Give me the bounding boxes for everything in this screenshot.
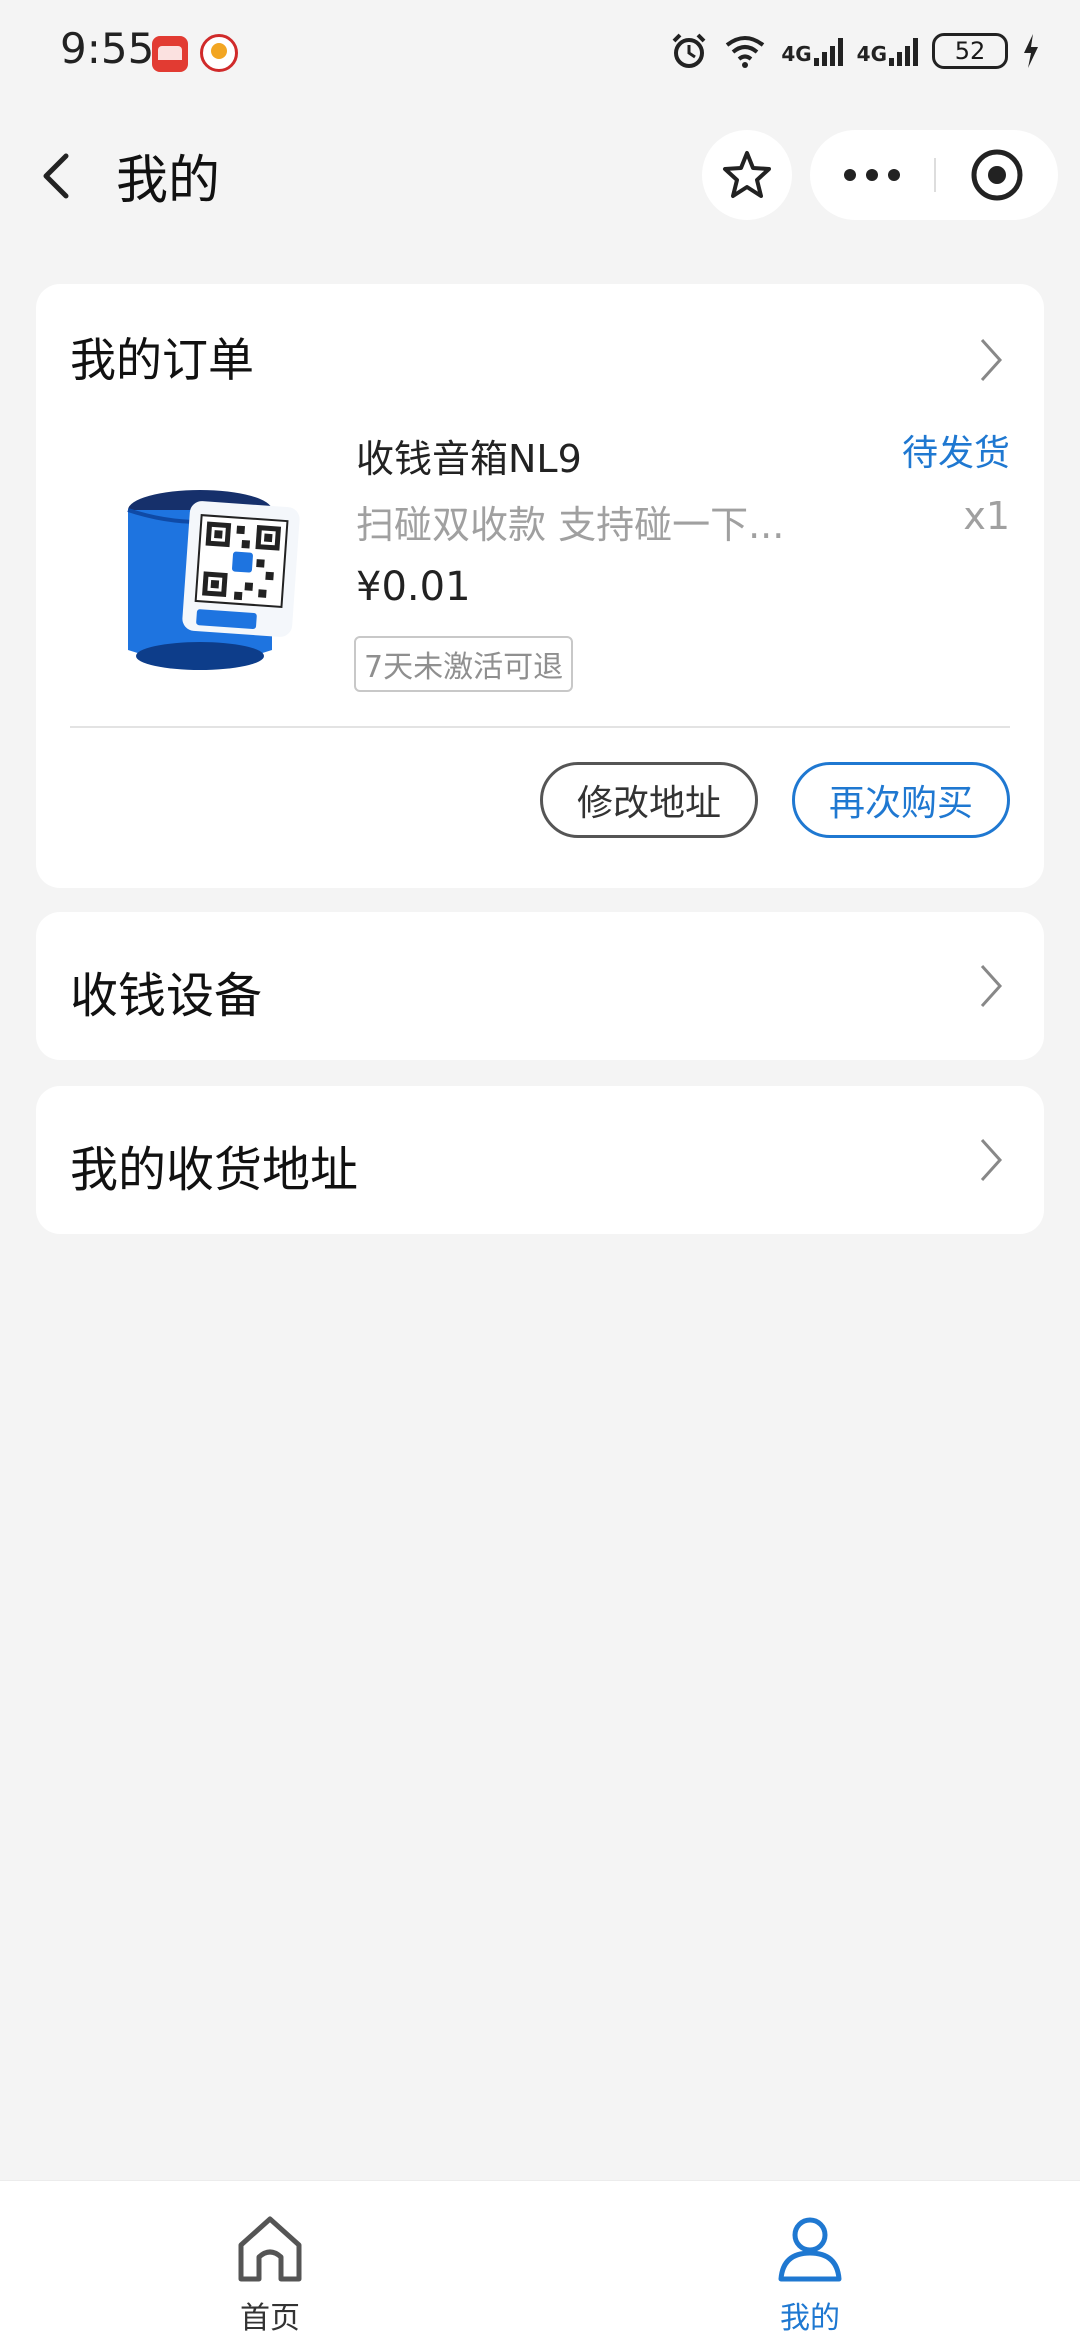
home-icon — [238, 2216, 302, 2282]
more-dots-icon — [844, 169, 900, 181]
network-type-2: 4G — [856, 42, 887, 66]
product-image[interactable] — [100, 460, 330, 690]
status-time: 9:55 — [60, 24, 155, 73]
favorite-button[interactable] — [702, 130, 792, 220]
order-card: 我的订单 收钱音箱NL9 待发货 扫碰双收款 支持碰一下... x1 ¥0.01… — [36, 284, 1044, 888]
target-icon — [971, 149, 1023, 201]
wifi-icon — [726, 36, 765, 68]
status-bar: 9:55 4G 4G 52 — [0, 0, 1080, 110]
product-price: ¥0.01 — [356, 564, 471, 610]
nav-bar: 我的 — [0, 110, 1080, 240]
divider — [70, 726, 1010, 728]
product-name[interactable]: 收钱音箱NL9 — [356, 428, 582, 483]
tab-mine[interactable]: 我的 — [710, 2211, 910, 2337]
tab-bar: 首页 我的 — [0, 2180, 1080, 2341]
address-label: 我的收货地址 — [70, 1142, 359, 1198]
tab-home[interactable]: 首页 — [170, 2211, 370, 2337]
mini-program-capsule — [810, 130, 1058, 220]
tab-mine-label: 我的 — [780, 2301, 840, 2336]
close-mini-program-button[interactable] — [936, 130, 1058, 220]
app-notification-icon — [152, 36, 188, 72]
address-row[interactable]: 我的收货地址 — [36, 1086, 1044, 1234]
battery-icon: 52 — [932, 33, 1008, 69]
user-icon — [778, 2217, 842, 2282]
tab-home-label: 首页 — [240, 2301, 300, 2336]
star-icon — [723, 151, 771, 198]
network-type-1: 4G — [781, 42, 812, 66]
order-status: 待发货 — [901, 433, 1010, 474]
signal-1-icon: 4G — [781, 36, 843, 66]
edit-address-button[interactable]: 修改地址 — [540, 762, 758, 838]
chevron-right-icon — [980, 964, 1003, 1008]
page-title: 我的 — [116, 151, 221, 211]
charging-icon — [1024, 34, 1038, 68]
back-arrow-icon[interactable] — [32, 150, 84, 202]
return-policy-tag: 7天未激活可退 — [354, 636, 574, 692]
alarm-icon — [672, 33, 706, 68]
devices-label: 收钱设备 — [70, 968, 263, 1024]
more-button[interactable] — [810, 130, 934, 220]
app-notification-icon-2 — [200, 34, 238, 72]
chevron-right-icon[interactable] — [976, 336, 1006, 384]
product-quantity: x1 — [963, 494, 1010, 538]
devices-row[interactable]: 收钱设备 — [36, 912, 1044, 1060]
buy-again-button[interactable]: 再次购买 — [792, 762, 1010, 838]
signal-2-icon: 4G — [857, 36, 918, 66]
status-icons: 4G 4G 52 — [669, 26, 1040, 76]
chevron-right-icon — [980, 1138, 1003, 1182]
order-card-title[interactable]: 我的订单 — [70, 324, 254, 390]
product-description: 扫碰双收款 支持碰一下... — [356, 503, 785, 547]
